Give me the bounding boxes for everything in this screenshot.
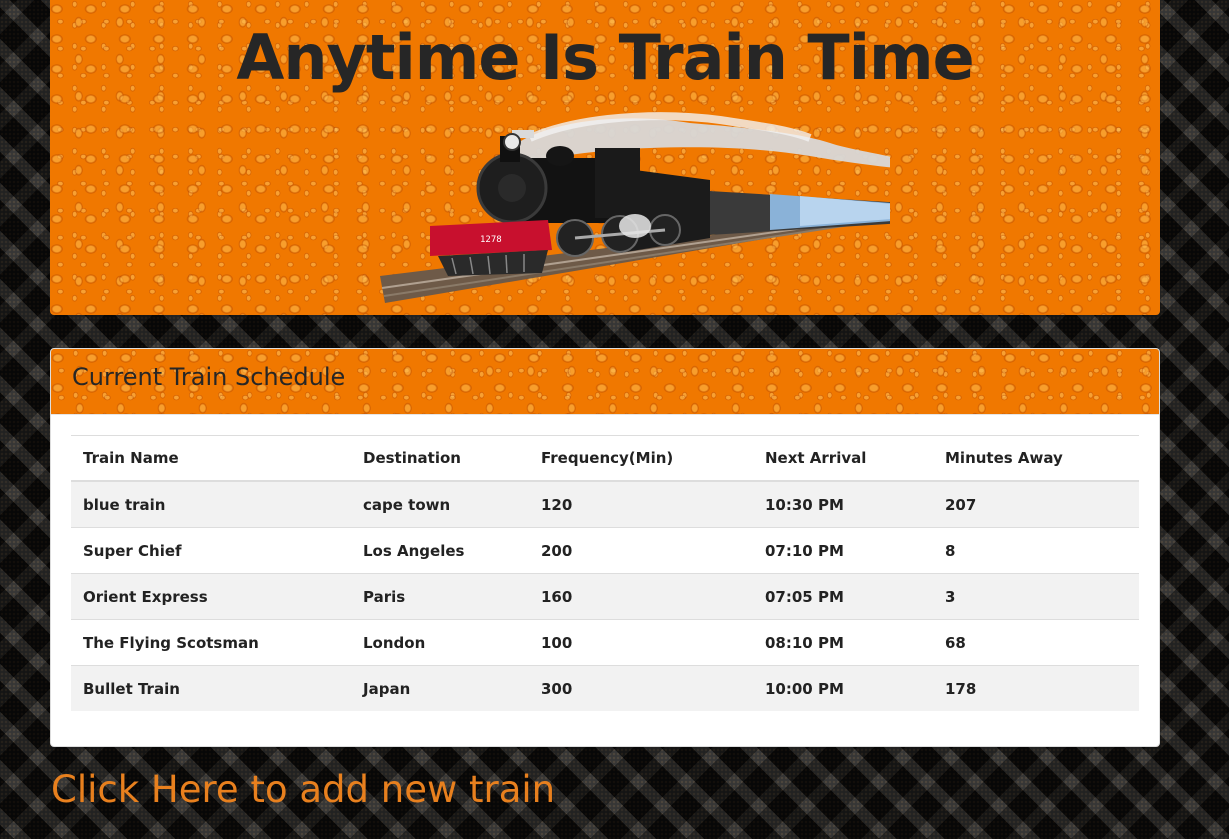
table-header-row: Train Name Destination Frequency(Min) Ne… <box>71 435 1139 482</box>
steam-train-illustration: 1278 <box>380 112 890 303</box>
cell-minutes-away: 68 <box>933 619 1139 666</box>
cell-next-arrival: 07:10 PM <box>753 527 933 574</box>
cell-destination: cape town <box>351 480 529 528</box>
column-header-minutes-away: Minutes Away <box>933 435 1139 482</box>
cell-train-name: Bullet Train <box>71 665 351 711</box>
table-row: Super Chief Los Angeles 200 07:10 PM 8 <box>71 527 1139 574</box>
cell-train-name: Orient Express <box>71 573 351 620</box>
column-header-next-arrival: Next Arrival <box>753 435 933 482</box>
cell-frequency: 120 <box>529 480 753 528</box>
schedule-table-wrapper: Train Name Destination Frequency(Min) Ne… <box>71 435 1139 711</box>
cell-minutes-away: 178 <box>933 665 1139 711</box>
header-banner: Anytime Is Train Time 1278 <box>50 0 1160 315</box>
cell-next-arrival: 07:05 PM <box>753 573 933 620</box>
column-header-destination: Destination <box>351 435 529 482</box>
schedule-panel-heading: Current Train Schedule <box>51 349 1159 415</box>
table-row: Bullet Train Japan 300 10:00 PM 178 <box>71 665 1139 711</box>
cell-next-arrival: 08:10 PM <box>753 619 933 666</box>
cell-minutes-away: 8 <box>933 527 1139 574</box>
cell-frequency: 300 <box>529 665 753 711</box>
cell-train-name: The Flying Scotsman <box>71 619 351 666</box>
cell-frequency: 160 <box>529 573 753 620</box>
table-row: Orient Express Paris 160 07:05 PM 3 <box>71 573 1139 620</box>
table-row: blue train cape town 120 10:30 PM 207 <box>71 480 1139 528</box>
locomotive-number: 1278 <box>480 235 502 245</box>
schedule-panel: Current Train Schedule Train Name Destin… <box>50 348 1160 747</box>
cell-destination: London <box>351 619 529 666</box>
cell-frequency: 200 <box>529 527 753 574</box>
cell-minutes-away: 207 <box>933 480 1139 528</box>
add-new-train-link[interactable]: Click Here to add new train <box>51 766 555 814</box>
cell-train-name: blue train <box>71 480 351 528</box>
cell-minutes-away: 3 <box>933 573 1139 620</box>
site-title: Anytime Is Train Time <box>236 21 974 94</box>
cell-destination: Japan <box>351 665 529 711</box>
schedule-table: Train Name Destination Frequency(Min) Ne… <box>71 435 1139 711</box>
column-header-train-name: Train Name <box>71 435 351 482</box>
cell-next-arrival: 10:30 PM <box>753 480 933 528</box>
column-header-frequency: Frequency(Min) <box>529 435 753 482</box>
cell-frequency: 100 <box>529 619 753 666</box>
cell-destination: Los Angeles <box>351 527 529 574</box>
table-row: The Flying Scotsman London 100 08:10 PM … <box>71 619 1139 666</box>
schedule-title: Current Train Schedule <box>72 363 346 391</box>
cell-destination: Paris <box>351 573 529 620</box>
cell-train-name: Super Chief <box>71 527 351 574</box>
cell-next-arrival: 10:00 PM <box>753 665 933 711</box>
